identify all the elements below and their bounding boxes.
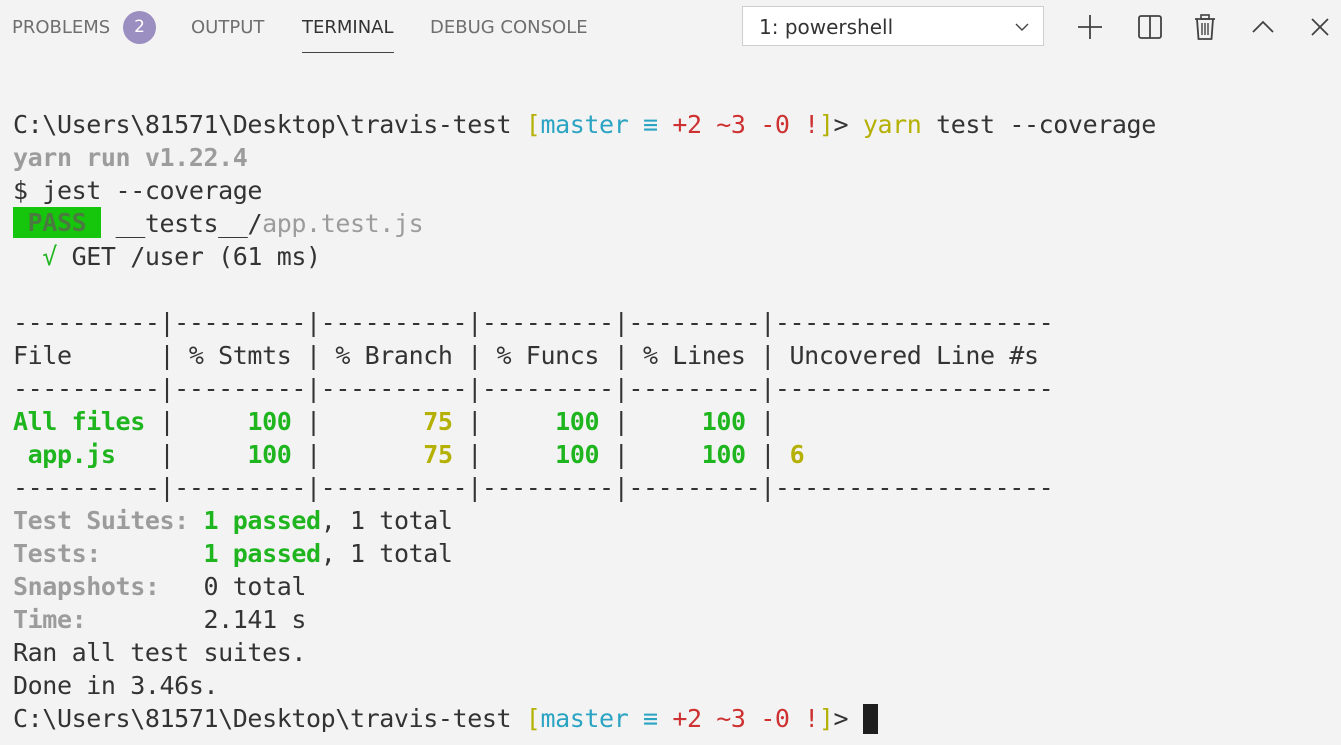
tab-debug-console[interactable]: DEBUG CONSOLE [430,0,588,56]
row-funcs: 100 [555,440,600,469]
prompt-end: > [833,110,863,139]
pass-badge: PASS [13,207,101,238]
check-mark: √ [13,242,57,271]
ran-all-line: Ran all test suites. [13,638,307,667]
summary-total: , 1 total [320,539,453,568]
summary-label: Time: [13,605,204,634]
prompt-changes: +2 ~3 -0 ! [657,110,819,139]
summary-snapshots: Snapshots: 0 total [13,570,1341,603]
row-file: All files [13,407,145,436]
summary-test-suites: Test Suites: 1 passed, 1 total [13,504,1341,537]
jest-command-line: $ jest --coverage [13,176,263,205]
test-file: app.test.js [262,209,424,238]
summary-passed: 1 passed [203,539,321,568]
prompt-open-bracket: [ [525,110,541,139]
table-separator: ----------|---------|----------|--------… [13,308,1054,337]
test-dir: __tests__/ [115,209,263,238]
command-args: test --coverage [921,110,1156,139]
prompt-branch: master ≡ [540,704,658,733]
problems-count-badge: 2 [123,11,156,44]
close-panel-button[interactable] [1305,12,1335,42]
prompt-open-bracket: [ [525,704,541,733]
test-case-line: √ GET /user (61 ms) [13,240,1341,273]
tab-problems-label: PROBLEMS [12,17,111,38]
prompt-close-bracket: ] [818,704,834,733]
terminal-select[interactable]: 1: powershell [742,6,1044,46]
row-funcs: 100 [555,407,600,436]
table-separator: ----------|---------|----------|--------… [13,473,1054,502]
summary-label: Snapshots: [13,572,204,601]
prompt-path: C:\Users\81571\Desktop\travis-test [13,110,526,139]
table-separator: ----------|---------|----------|--------… [13,374,1054,403]
summary-label: Test Suites: [13,506,204,535]
prompt-changes: +2 ~3 -0 ! [657,704,819,733]
row-lines: 100 [701,440,746,469]
summary-tests: Tests: 1 passed, 1 total [13,537,1341,570]
test-result-line: PASS __tests__/app.test.js [13,207,1341,240]
kill-terminal-button[interactable] [1190,12,1220,42]
row-stmts: 100 [247,440,292,469]
panel-tab-bar: PROBLEMS 2 OUTPUT TERMINAL DEBUG CONSOLE… [0,0,1341,56]
prompt-line: C:\Users\81571\Desktop\travis-test [mast… [13,702,1341,735]
prompt-path: C:\Users\81571\Desktop\travis-test [13,704,526,733]
row-file: app.js [27,440,116,469]
row-branch: 75 [423,407,453,436]
row-branch: 75 [423,440,453,469]
split-terminal-button[interactable] [1135,12,1165,42]
chevron-up-icon [1252,20,1274,33]
test-case-name: GET /user (61 ms) [56,242,321,271]
summary-passed: 1 passed [203,506,321,535]
tab-output[interactable]: OUTPUT [191,0,264,56]
split-icon [1138,15,1162,39]
row-stmts: 100 [247,407,292,436]
summary-total: , 1 total [320,506,453,535]
summary-value: 0 total [203,572,307,601]
maximize-panel-button[interactable] [1248,12,1278,42]
row-uncovered: 6 [789,440,805,469]
table-row: app.js | 100 | 75 | 100 | 100 | 6 [27,440,805,469]
trash-icon [1195,14,1215,40]
plus-icon [1078,15,1102,39]
prompt-branch: master ≡ [540,110,658,139]
terminal-output[interactable]: C:\Users\81571\Desktop\travis-test [mast… [13,108,1341,745]
row-lines: 100 [701,407,746,436]
prompt-end: > [833,704,863,733]
command-yarn: yarn [862,110,922,139]
yarn-version-line: yarn run v1.22.4 [13,143,248,172]
chevron-down-icon [1015,23,1029,31]
prompt-line: C:\Users\81571\Desktop\travis-test [mast… [13,108,1341,141]
new-terminal-button[interactable] [1075,12,1105,42]
terminal-cursor [862,704,878,734]
tab-problems[interactable]: PROBLEMS [12,0,110,56]
tab-terminal[interactable]: TERMINAL [302,0,394,56]
table-header: File | % Stmts | % Branch | % Funcs | % … [13,341,1039,370]
summary-label: Tests: [13,539,204,568]
summary-time: Time: 2.141 s [13,603,1341,636]
summary-value: 2.141 s [203,605,307,634]
table-row: All files | 100 | 75 | 100 | 100 | [13,407,790,436]
done-line: Done in 3.46s. [13,671,219,700]
close-icon [1311,18,1329,36]
terminal-select-value: 1: powershell [759,15,894,39]
prompt-close-bracket: ] [818,110,834,139]
